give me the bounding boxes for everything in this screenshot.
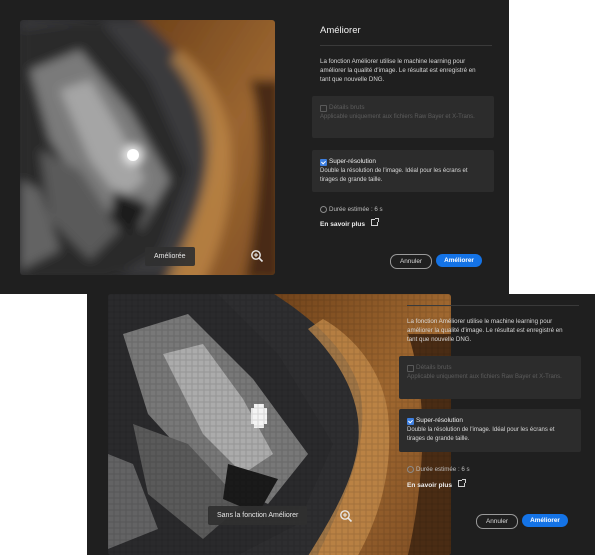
title-divider bbox=[320, 45, 492, 46]
super-resolution-option[interactable]: Super-résolution Double la résolution de… bbox=[399, 409, 581, 452]
super-resolution-checkbox[interactable] bbox=[407, 418, 414, 425]
settings-panel: Améliorer La fonction Améliorer utilise … bbox=[310, 0, 495, 294]
cancel-button[interactable]: Annuler bbox=[390, 254, 432, 269]
description: La fonction Améliorer utilise le machine… bbox=[407, 318, 563, 343]
preview-label: Améliorée bbox=[145, 247, 195, 266]
learn-more-text[interactable]: En savoir plus bbox=[407, 482, 452, 489]
enhance-button[interactable]: Améliorer bbox=[436, 254, 482, 267]
enhance-dialog-enhanced: Améliorée Améliorer La fonction Améliore… bbox=[0, 0, 509, 294]
zoom-in-icon[interactable] bbox=[339, 509, 353, 523]
dialog-title: Améliorer bbox=[320, 25, 361, 36]
estimated-duration-text: Durée estimée : 6 s bbox=[416, 466, 470, 473]
learn-more-link[interactable]: En savoir plus bbox=[320, 218, 380, 228]
raw-details-checkbox bbox=[407, 365, 414, 372]
raw-details-note: Applicable uniquement aux fichiers Raw B… bbox=[407, 374, 562, 380]
learn-more-text[interactable]: En savoir plus bbox=[320, 221, 365, 228]
image-preview[interactable]: Améliorée bbox=[20, 20, 275, 275]
super-resolution-option[interactable]: Super-résolution Double la résolution de… bbox=[312, 150, 494, 192]
settings-panel: La fonction Améliorer utilise le machine… bbox=[397, 294, 582, 555]
raw-details-option: Détails bruts Applicable uniquement aux … bbox=[399, 356, 581, 399]
preview-image bbox=[20, 20, 275, 275]
external-link-icon bbox=[371, 218, 380, 226]
estimated-duration-text: Durée estimée : 6 s bbox=[329, 206, 383, 213]
enhance-dialog-original: Sans la fonction Améliorer La fonction A… bbox=[87, 294, 595, 555]
zoom-in-icon[interactable] bbox=[250, 249, 264, 263]
clock-icon bbox=[320, 206, 327, 213]
external-link-icon bbox=[458, 479, 467, 487]
super-resolution-note: Double la résolution de l'image. Idéal p… bbox=[320, 168, 468, 183]
super-resolution-note: Double la résolution de l'image. Idéal p… bbox=[407, 427, 555, 442]
preview-label: Sans la fonction Améliorer bbox=[208, 506, 308, 525]
raw-details-option: Détails bruts Applicable uniquement aux … bbox=[312, 96, 494, 138]
raw-details-label: Détails bruts bbox=[329, 104, 365, 111]
estimated-duration: Durée estimée : 6 s bbox=[320, 206, 383, 213]
learn-more-link[interactable]: En savoir plus bbox=[407, 479, 467, 489]
title-divider bbox=[407, 305, 579, 306]
super-resolution-label[interactable]: Super-résolution bbox=[416, 417, 463, 424]
enhance-button[interactable]: Améliorer bbox=[522, 514, 568, 527]
cancel-button[interactable]: Annuler bbox=[476, 514, 518, 529]
super-resolution-checkbox[interactable] bbox=[320, 159, 327, 166]
clock-icon bbox=[407, 466, 414, 473]
raw-details-checkbox bbox=[320, 105, 327, 112]
raw-details-note: Applicable uniquement aux fichiers Raw B… bbox=[320, 114, 475, 120]
super-resolution-label[interactable]: Super-résolution bbox=[329, 158, 376, 165]
description: La fonction Améliorer utilise le machine… bbox=[320, 58, 476, 83]
raw-details-label: Détails bruts bbox=[416, 364, 452, 371]
estimated-duration: Durée estimée : 6 s bbox=[407, 466, 470, 473]
